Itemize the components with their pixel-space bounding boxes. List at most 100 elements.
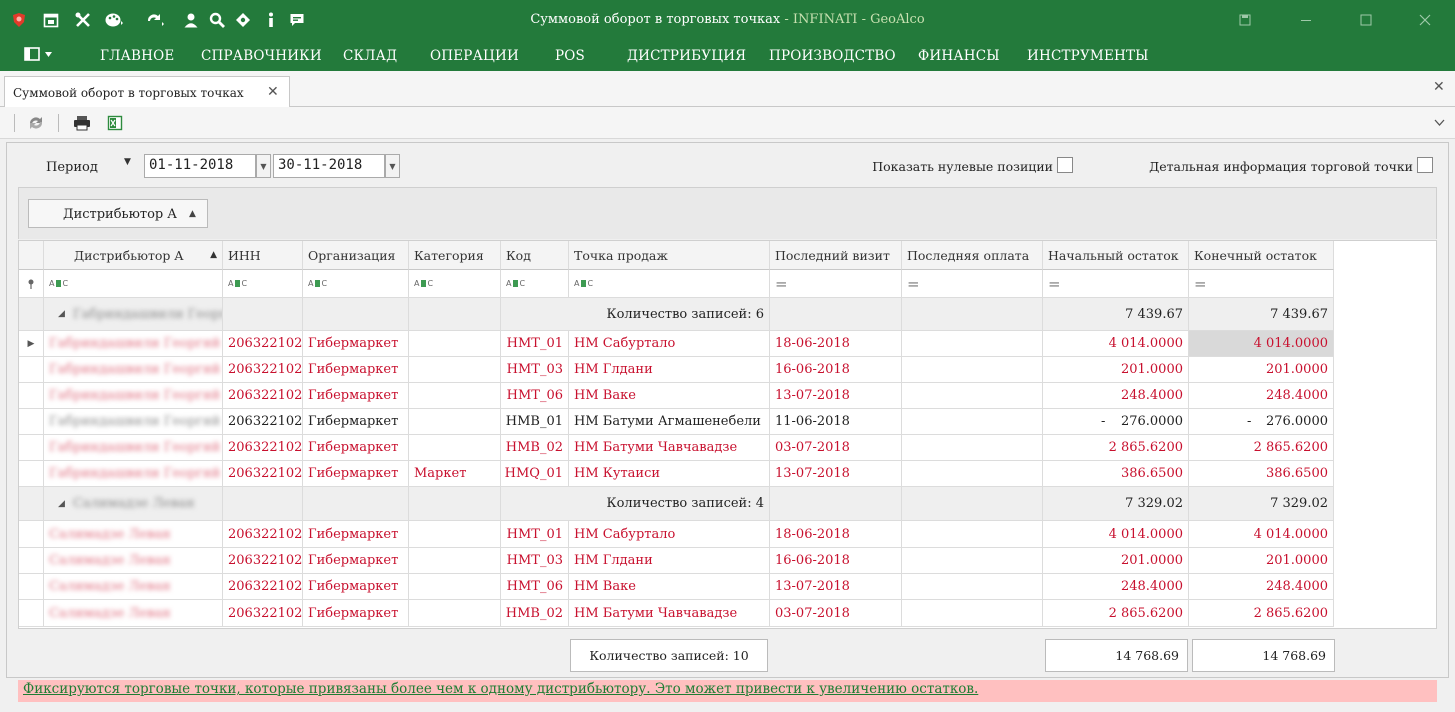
table-row[interactable]: Салимадзе Леван 206322102 Гибермаркет HM… [19,600,1438,627]
filter-category-input[interactable]: AC [409,270,501,298]
row-indicator-cell [19,461,44,487]
cell-closing-balance: 248.4000 [1189,383,1334,409]
cell-organization: Гибермаркет [303,521,409,548]
filter-code-input[interactable]: AC [501,270,569,298]
table-row[interactable]: Салимадзе Леван 206322102 Гибермаркет HM… [19,521,1438,548]
tab-label: Суммовой оборот в торговых точках [13,86,244,100]
sidebar-toggle-button[interactable] [24,47,52,61]
maximize-icon[interactable] [1354,8,1378,32]
filter-sales-point-input[interactable]: AC [569,270,770,298]
date-to-input[interactable]: 30-11-2018 [273,154,385,178]
cell-code: HMT_03 [501,357,569,383]
cell-organization: Гибермаркет [303,600,409,627]
group-empty-cell [770,487,902,521]
menu-main[interactable]: ГЛАВНОЕ [100,48,174,64]
table-row[interactable]: Габриндашвили Георгий 206322102 Гибермар… [19,409,1438,435]
group-empty-cell [303,487,409,521]
collapse-group-icon[interactable]: ◢ [58,499,65,509]
detail-info-checkbox[interactable] [1417,157,1433,173]
date-to-dropdown-button[interactable]: ▼ [385,154,400,178]
distributor-name: Габриндашвили Георгий [49,388,221,403]
cell-last-payment [902,600,1043,627]
menu-operations[interactable]: ОПЕРАЦИИ [430,48,519,64]
table-row[interactable]: Габриндашвили Георгий 206322102 Гибермар… [19,357,1438,383]
table-row[interactable]: ▶ Габриндашвили Георгий 206322102 Гиберм… [19,331,1438,357]
group-name: Габриндашвили Георгий [72,306,222,322]
period-dropdown-arrow-icon[interactable]: ▼ [124,157,131,167]
grid-header-row: Дистрибьютор A ▲ ИНН Организация Категор… [19,241,1438,270]
report-toolbar [0,107,1455,139]
cell-closing-balance-selected[interactable]: 4 014.0000 [1189,331,1334,357]
menu-production[interactable]: ПРОИЗВОДСТВО [769,48,896,64]
column-header-code[interactable]: Код [501,241,569,270]
cell-distributor: Габриндашвили Георгий [44,409,223,435]
table-row[interactable]: Габриндашвили Георгий 206322102 Гибермар… [19,461,1438,487]
export-excel-button[interactable] [105,113,125,133]
group-record-count: Количество записей: 4 [501,487,770,521]
menu-references[interactable]: СПРАВОЧНИКИ [201,48,322,64]
filter-organization-input[interactable]: AC [303,270,409,298]
footer-record-count: Количество записей: 10 [570,639,768,672]
menu-finance[interactable]: ФИНАНСЫ [918,48,1000,64]
group-name-cell[interactable]: ◢ Салимадзе Леван [44,487,223,521]
column-header-label: Дистрибьютор A [74,247,184,263]
distributor-name: Салимадзе Леван [49,553,171,568]
filter-last-visit-input[interactable]: = [770,270,902,298]
refresh-report-button[interactable] [26,113,46,133]
print-button[interactable] [72,113,92,133]
column-header-organization[interactable]: Организация [303,241,409,270]
show-zero-positions-checkbox[interactable] [1057,157,1073,173]
cell-category [409,357,501,383]
header-indicator-cell [19,241,44,270]
table-row[interactable]: Салимадзе Леван 206322102 Гибермаркет HM… [19,574,1438,600]
table-row[interactable]: Габриндашвили Георгий 206322102 Гибермар… [19,435,1438,461]
column-header-last-visit[interactable]: Последний визит [770,241,902,270]
menu-tools[interactable]: ИНСТРУМЕНТЫ [1027,48,1149,64]
cell-opening-balance: 4 014.0000 [1043,331,1189,357]
close-all-tabs-icon[interactable]: ✕ [1433,79,1445,95]
minimize-icon[interactable] [1294,8,1318,32]
filter-last-payment-input[interactable]: = [902,270,1043,298]
close-window-icon[interactable] [1413,8,1437,32]
cell-closing-balance: 201.0000 [1189,357,1334,383]
date-from-dropdown-button[interactable]: ▼ [256,154,271,178]
cell-last-payment [902,574,1043,600]
group-empty-cell [409,298,501,331]
group-row[interactable]: ◢ Габриндашвили Георгий Количество запис… [19,298,1438,331]
tab-close-icon[interactable]: ✕ [267,84,279,100]
toolbar-expand-chevron-icon[interactable] [1434,116,1445,129]
menu-warehouse[interactable]: СКЛАД [343,48,397,64]
menu-distribution[interactable]: ДИСТРИБУЦИЯ [627,48,746,64]
column-header-inn[interactable]: ИНН [223,241,303,270]
column-header-last-payment[interactable]: Последняя оплата [902,241,1043,270]
column-header-distributor[interactable]: Дистрибьютор A ▲ [44,241,223,270]
column-header-sales-point[interactable]: Точка продаж [569,241,770,270]
table-row[interactable]: Салимадзе Леван 206322102 Гибермаркет HM… [19,548,1438,574]
filter-distributor-input[interactable]: AC [44,270,223,298]
cell-distributor: Габриндашвили Георгий [44,357,223,383]
table-row[interactable]: Габриндашвили Георгий 206322102 Гибермар… [19,383,1438,409]
restore-layout-icon[interactable] [1233,8,1257,32]
tab-turnover-report[interactable]: Суммовой оборот в торговых точках ✕ [4,76,290,108]
group-record-count: Количество записей: 6 [501,298,770,331]
cell-last-visit: 18-06-2018 [770,521,902,548]
chevron-down-icon [45,51,52,57]
cell-closing-balance: -276.0000 [1189,409,1334,435]
group-row[interactable]: ◢ Салимадзе Леван Количество записей: 4 … [19,487,1438,521]
column-header-closing-balance[interactable]: Конечный остаток [1189,241,1334,270]
group-name-cell[interactable]: ◢ Габриндашвили Георгий [44,298,223,331]
filter-pin-icon[interactable] [19,270,44,298]
group-empty-cell [223,487,303,521]
filter-inn-input[interactable]: AC [223,270,303,298]
filter-opening-balance-input[interactable]: = [1043,270,1189,298]
date-from-input[interactable]: 01-11-2018 [144,154,256,178]
cell-sales-point: HM Глдани [569,357,770,383]
column-header-opening-balance[interactable]: Начальный остаток [1043,241,1189,270]
group-chip-distributor[interactable]: Дистрибьютор A ▲ [28,199,208,228]
column-header-category[interactable]: Категория [409,241,501,270]
menu-pos[interactable]: POS [555,48,585,64]
cell-last-visit: 16-06-2018 [770,357,902,383]
sort-ascending-icon: ▲ [189,209,196,219]
collapse-group-icon[interactable]: ◢ [58,309,65,319]
filter-closing-balance-input[interactable]: = [1189,270,1334,298]
